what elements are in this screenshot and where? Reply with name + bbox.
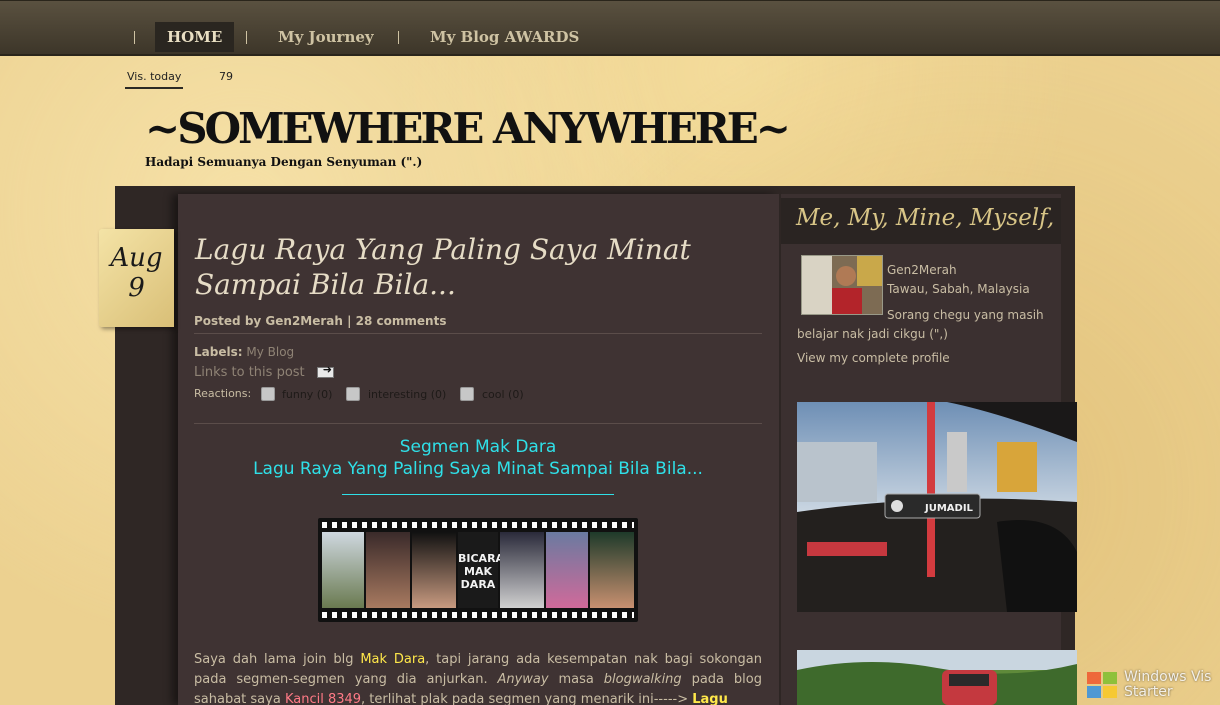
banner-text-mak: MAK xyxy=(464,565,492,578)
nav-separator xyxy=(134,31,135,44)
film-perforation-bottom xyxy=(322,612,634,618)
divider xyxy=(194,423,762,424)
segment-underline xyxy=(342,494,614,495)
film-frame xyxy=(412,532,456,608)
body-text: , terlihat plak pada segmen yang menarik… xyxy=(361,692,693,705)
windows-watermark-text: Windows Vis Starter xyxy=(1124,670,1211,700)
keychain-text: JUMADIL xyxy=(924,503,974,514)
car-outdoor-image xyxy=(797,650,1077,705)
nav-separator xyxy=(246,31,247,44)
post-body-text: Saya dah lama join blg Mak Dara, tapi ja… xyxy=(194,650,762,705)
mak-dara-banner-image[interactable]: BICARA MAK DARA xyxy=(318,518,638,622)
segment-heading-line1: Segmen Mak Dara xyxy=(399,437,557,457)
link-kancil-8349[interactable]: Kancil 8349 xyxy=(285,692,361,705)
post-date-month: Aug xyxy=(110,243,163,273)
label-link-my-blog[interactable]: My Blog xyxy=(246,345,294,359)
blog-title[interactable]: ~SOMEWHERE ANYWHERE~ xyxy=(145,104,791,153)
sidebar-title: Me, My, Mine, Myself, xyxy=(796,205,1055,231)
reaction-checkbox-funny[interactable] xyxy=(261,387,275,401)
link-lagu[interactable]: Lagu xyxy=(692,692,728,705)
film-frame xyxy=(590,532,634,608)
car-interior-image: JUMADIL xyxy=(797,402,1077,612)
segment-heading-line2: Lagu Raya Yang Paling Saya Minat Sampai … xyxy=(253,459,703,479)
post-date-badge: Aug 9 xyxy=(99,229,174,327)
banner-text-bicara: BICARA xyxy=(458,552,505,565)
divider xyxy=(194,333,762,334)
profile-description: Sorang chegu yang masih belajar nak jadi… xyxy=(797,308,1044,341)
watermark-line1: Windows Vis xyxy=(1124,669,1212,685)
reaction-checkbox-interesting[interactable] xyxy=(346,387,360,401)
post-labels: Labels: My Blog xyxy=(194,345,294,359)
body-text: Saya dah lama join blg xyxy=(194,652,361,667)
sidebar-photo-car-interior[interactable]: JUMADIL xyxy=(797,402,1077,612)
profile-name-link[interactable]: Gen2Merah xyxy=(887,263,957,277)
reaction-checkbox-cool[interactable] xyxy=(460,387,474,401)
post-title[interactable]: Lagu Raya Yang Paling Saya Minat Sampai … xyxy=(195,232,755,302)
nav-item-home[interactable]: HOME xyxy=(155,22,235,52)
reaction-label-interesting: interesting (0) xyxy=(368,388,447,401)
view-profile-link[interactable]: View my complete profile xyxy=(797,351,950,365)
email-post-icon[interactable] xyxy=(316,363,334,378)
film-perforation-top xyxy=(322,522,634,528)
links-to-post-link[interactable]: Links to this post xyxy=(194,365,305,380)
film-frame xyxy=(546,532,588,608)
links-to-post: Links to this post xyxy=(194,363,334,380)
film-frame xyxy=(366,532,410,608)
reaction-label-cool: cool (0) xyxy=(482,388,524,401)
profile-location: Tawau, Sabah, Malaysia xyxy=(887,282,1030,296)
watermark-line2: Starter xyxy=(1124,684,1173,700)
link-mak-dara[interactable]: Mak Dara xyxy=(360,652,425,667)
nav-item-my-journey[interactable]: My Journey xyxy=(266,22,386,52)
post-date-day: 9 xyxy=(128,273,145,303)
body-italic: blogwalking xyxy=(603,672,682,687)
reactions-label: Reactions: xyxy=(194,387,252,400)
labels-prefix: Labels: xyxy=(194,345,243,359)
segment-heading: Segmen Mak Dara Lagu Raya Yang Paling Sa… xyxy=(194,436,762,480)
nav-item-blog-awards[interactable]: My Blog AWARDS xyxy=(418,22,591,52)
body-text: masa xyxy=(548,672,604,687)
post-meta[interactable]: Posted by Gen2Merah | 28 comments xyxy=(194,314,446,328)
film-frame xyxy=(500,532,544,608)
film-frame xyxy=(322,532,364,608)
sidebar-photo-car-outdoor[interactable] xyxy=(797,650,1077,705)
blog-description: Hadapi Semuanya Dengan Senyuman (".) xyxy=(145,155,423,169)
reaction-label-funny: funny (0) xyxy=(282,388,333,401)
banner-text-dara: DARA xyxy=(460,578,496,591)
body-italic: Anyway xyxy=(497,672,549,687)
film-frame-title: BICARA MAK DARA xyxy=(458,532,505,608)
visitor-counter-label[interactable]: Vis. today xyxy=(125,70,184,89)
nav-separator xyxy=(398,31,399,44)
top-navigation-bar: HOME My Journey My Blog AWARDS xyxy=(0,0,1220,56)
visitor-counter-value: 79 xyxy=(219,70,233,83)
